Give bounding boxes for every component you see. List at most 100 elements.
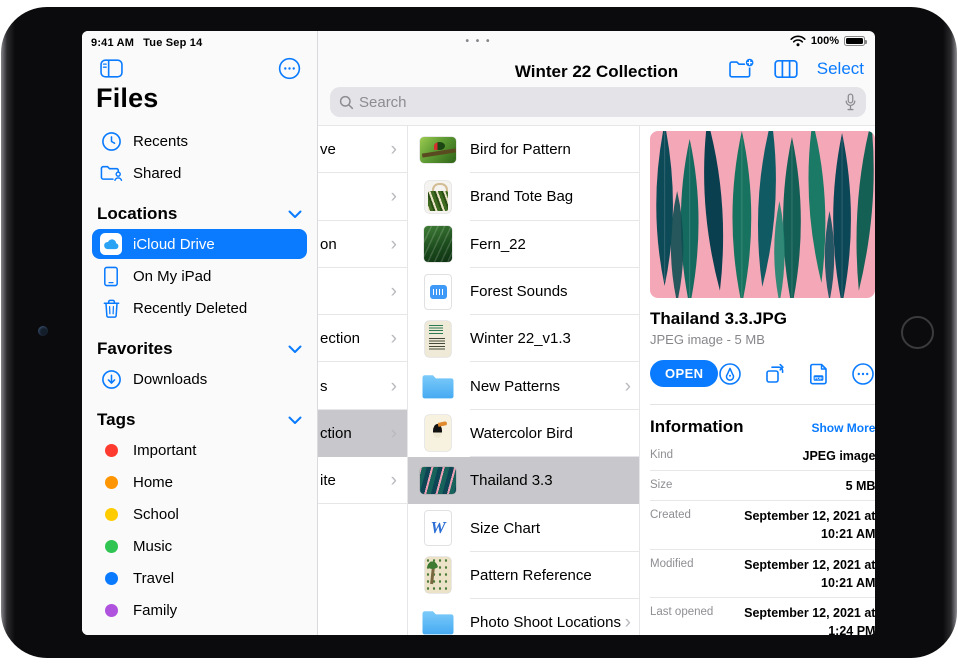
search-input[interactable]: [359, 93, 839, 111]
sidebar-section-favorites[interactable]: Favorites: [82, 335, 317, 363]
trash-icon: [99, 298, 123, 319]
sidebar-tag-home[interactable]: Home: [82, 466, 317, 498]
sidebar-tag-travel[interactable]: Travel: [82, 562, 317, 594]
file-row-thailand-33-selected[interactable]: Thailand 3.3: [408, 457, 639, 505]
chevron-down-icon: [288, 345, 302, 353]
sidebar-more-button[interactable]: [278, 57, 301, 80]
sidebar-section-tags[interactable]: Tags: [82, 406, 317, 434]
section-header-label: Tags: [97, 410, 136, 429]
sidebar-item-downloads[interactable]: Downloads: [82, 363, 317, 395]
chevron-right-icon: ›: [390, 233, 397, 255]
file-name: Thailand 3.3: [470, 472, 553, 490]
sidebar-tag-music[interactable]: Music: [82, 530, 317, 562]
file-row-new-patterns[interactable]: New Patterns ›: [408, 362, 639, 411]
info-value: 5 MB: [845, 479, 875, 494]
sidebar-item-shared[interactable]: Shared: [82, 157, 317, 189]
tag-dot-icon: [99, 603, 123, 617]
tag-dot-icon: [99, 507, 123, 521]
shared-folder-icon: [99, 163, 123, 183]
front-camera: [38, 326, 48, 336]
sidebar-item-label: Recently Deleted: [133, 299, 248, 317]
preview-file-meta: JPEG image - 5 MB: [650, 332, 765, 347]
browser-row[interactable]: ›: [318, 268, 407, 316]
sidebar-item-icloud-drive[interactable]: iCloud Drive: [92, 229, 307, 259]
ipad-frame: 9:41 AM Tue Sep 14 • • • 100% Files Rece…: [0, 0, 958, 665]
info-row-size: Size 5 MB: [650, 471, 875, 502]
info-label: Kind: [650, 449, 674, 461]
file-row-size-chart[interactable]: W Size Chart: [408, 504, 639, 552]
search-bar[interactable]: [330, 87, 866, 117]
view-options-button[interactable]: [774, 59, 798, 79]
info-label: Created: [650, 509, 691, 522]
sidebar-item-label: Shared: [133, 164, 182, 182]
file-name: New Patterns: [470, 377, 561, 395]
sidebar-item-recently-deleted[interactable]: Recently Deleted: [82, 292, 317, 324]
file-row-fern-22[interactable]: Fern_22: [408, 221, 639, 269]
chevron-right-icon: ›: [390, 470, 397, 492]
sidebar-item-on-my-ipad[interactable]: On My iPad: [82, 260, 317, 292]
browser-row[interactable]: on ›: [318, 221, 407, 269]
browser-row[interactable]: ection ›: [318, 315, 407, 363]
sidebar-item-label: iCloud Drive: [133, 235, 215, 253]
file-row-bird-for-pattern[interactable]: Bird for Pattern: [408, 126, 639, 174]
chevron-right-icon: ›: [624, 375, 631, 397]
battery-icon: [844, 36, 867, 46]
rotate-icon[interactable]: [763, 362, 787, 386]
info-row-modified: Modified September 12, 2021 at 10:21 AM: [650, 550, 875, 598]
tag-dot-icon: [99, 539, 123, 553]
status-bar: 9:41 AM Tue Sep 14 • • • 100%: [82, 31, 875, 53]
sidebar-toggle-button[interactable]: [100, 59, 123, 78]
folder-icon: [422, 374, 454, 399]
wifi-icon: [790, 35, 806, 47]
file-row-photo-shoot-locations[interactable]: Photo Shoot Locations ›: [408, 599, 639, 635]
browser-row[interactable]: ›: [318, 173, 407, 221]
photo-thumbnail: [425, 180, 451, 213]
browser-row[interactable]: ite ›: [318, 457, 407, 505]
info-label: Size: [650, 479, 673, 492]
ipad-icon: [99, 266, 123, 287]
sidebar-item-label: On My iPad: [133, 267, 212, 285]
file-row-pattern-reference[interactable]: Pattern Reference: [408, 552, 639, 600]
browser-row-label: s: [320, 377, 328, 395]
file-name: Size Chart: [470, 519, 541, 537]
chevron-right-icon: ›: [390, 328, 397, 350]
browser-row[interactable]: ve ›: [318, 126, 407, 174]
file-name: Brand Tote Bag: [470, 188, 574, 206]
file-name: Winter 22_v1.3: [470, 330, 571, 348]
browser-row-selected[interactable]: ction ›: [318, 409, 407, 458]
multitasking-indicator[interactable]: • • •: [82, 36, 875, 47]
more-actions-icon[interactable]: [851, 362, 875, 386]
chevron-right-icon: ›: [390, 186, 397, 208]
open-button[interactable]: OPEN: [650, 360, 719, 387]
sidebar-tag-important[interactable]: Important: [82, 434, 317, 466]
sidebar-tag-school[interactable]: School: [82, 498, 317, 530]
section-header-label: Locations: [97, 204, 178, 223]
search-icon: [339, 95, 354, 109]
file-row-winter-22-v13[interactable]: Winter 22_v1.3: [408, 315, 639, 363]
browser-row-label: ve: [320, 141, 336, 159]
file-row-watercolor-bird[interactable]: Watercolor Bird: [408, 410, 639, 458]
markup-icon[interactable]: [718, 362, 742, 386]
file-row-forest-sounds[interactable]: Forest Sounds: [408, 268, 639, 316]
sidebar-item-recents[interactable]: Recents: [82, 125, 317, 157]
sidebar-tag-family[interactable]: Family: [82, 594, 317, 626]
browser-row[interactable]: s ›: [318, 362, 407, 411]
home-button[interactable]: [901, 316, 934, 349]
select-button[interactable]: Select: [817, 59, 864, 79]
file-row-brand-tote-bag[interactable]: Brand Tote Bag: [408, 173, 639, 221]
new-folder-button[interactable]: [728, 58, 755, 80]
info-label: Modified: [650, 557, 694, 570]
audio-file-icon: [424, 273, 452, 310]
preview-image[interactable]: [650, 131, 875, 298]
sidebar-section-locations[interactable]: Locations: [82, 200, 317, 228]
show-more-link[interactable]: Show More: [811, 421, 875, 435]
files-app-screen: 9:41 AM Tue Sep 14 • • • 100% Files Rece…: [82, 31, 875, 635]
sidebar: Files Recents Shared Locations iCloud Dr…: [82, 31, 318, 635]
information-table: Kind JPEG image Size 5 MB Created Septem…: [650, 441, 875, 635]
tag-label: Music: [133, 537, 173, 555]
file-name: Watercolor Bird: [470, 424, 573, 442]
dictation-mic-icon[interactable]: [844, 92, 857, 112]
clock-icon: [99, 131, 123, 152]
create-pdf-icon[interactable]: PDF: [808, 362, 830, 386]
downloads-icon: [99, 369, 123, 390]
